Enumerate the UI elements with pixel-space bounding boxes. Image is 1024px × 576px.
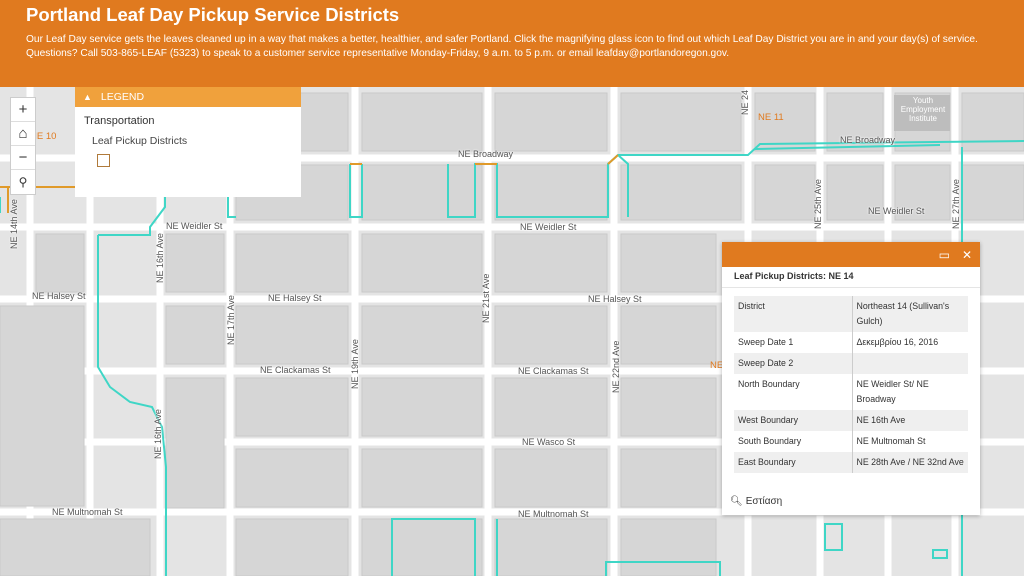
street-label-14th: NE 14th Ave: [9, 199, 19, 249]
street-label-25th: NE 25th Ave: [813, 179, 823, 229]
street-label-weidler: NE Weidler St: [166, 221, 223, 231]
street-label-16th: NE 16th Ave: [155, 233, 165, 283]
street-label-multnomah: NE Multnomah St: [52, 507, 123, 517]
legend-panel: ▲ LEGEND Transportation Leaf Pickup Dist…: [75, 87, 301, 197]
legend-swatch: [97, 154, 110, 167]
legend-layer-name: Transportation: [84, 115, 155, 127]
legend-body: Transportation Leaf Pickup Districts: [75, 107, 301, 175]
street-label-17th: NE 17th Ave: [226, 295, 236, 345]
zoom-controls: + ⌂ − ⚲: [10, 97, 36, 195]
street-label-halsey: NE Halsey St: [32, 291, 86, 301]
district-label-ne11: NE 11: [758, 112, 784, 123]
popup-zoom-link[interactable]: 🔍︎ Εστίαση: [730, 496, 782, 507]
attr-key: North Boundary: [734, 374, 853, 410]
attr-value: NE 16th Ave: [852, 410, 968, 431]
header-description: Our Leaf Day service gets the leaves cle…: [26, 34, 978, 59]
attr-value: NE Multnomah St: [856, 436, 926, 446]
attr-key: West Boundary: [734, 410, 853, 431]
attr-key: District: [734, 296, 853, 332]
attr-value: Δεκεμβρίου 16, 2016: [856, 337, 939, 347]
street-label-wasco: NE Wasco St: [522, 437, 576, 447]
street-label-weidler-mid: NE Weidler St: [520, 222, 577, 232]
street-label-22nd: NE 22nd Ave: [611, 340, 621, 393]
table-row: South Boundary NE Multnomah St: [734, 431, 968, 452]
legend-sublayer-name: Leaf Pickup Districts: [92, 135, 188, 147]
feature-popup: ▭ ✕ Leaf Pickup Districts: NE 14 Distric…: [722, 242, 980, 515]
zoom-magnifier-icon: 🔍︎: [730, 496, 743, 507]
street-label-16th-south: NE 16th Ave: [153, 409, 163, 459]
zoom-in-button[interactable]: +: [11, 98, 35, 122]
table-row: Sweep Date 2: [734, 353, 968, 374]
street-label-21st: NE 21st Ave: [481, 273, 491, 323]
home-icon[interactable]: ⌂: [11, 122, 35, 146]
attr-value: [852, 353, 968, 374]
street-label-weidler-east: NE Weidler St: [868, 206, 925, 216]
legend-header[interactable]: ▲ LEGEND: [75, 87, 301, 107]
street-label-clackamas-mid: NE Clackamas St: [518, 366, 589, 376]
table-row: East Boundary NE 28th Ave / NE 32nd Ave: [734, 452, 968, 473]
close-icon[interactable]: ✕: [962, 248, 972, 262]
table-row: District Northeast 14 (Sullivan's Gulch): [734, 296, 968, 332]
search-icon[interactable]: ⚲: [11, 170, 35, 194]
popup-attributes-table: District Northeast 14 (Sullivan's Gulch) …: [734, 296, 968, 473]
legend-title: LEGEND: [100, 91, 145, 103]
popup-header: ▭ ✕: [722, 242, 980, 267]
street-label-halsey-mid: NE Halsey St: [268, 293, 322, 303]
street-label-24th: NE 24: [740, 89, 750, 115]
street-label-multnomah-mid: NE Multnomah St: [518, 509, 589, 519]
place-label-youth-institute: Youth Employment Institute: [900, 96, 946, 123]
attr-key: East Boundary: [734, 452, 853, 473]
street-label-broadway: NE Broadway: [458, 149, 514, 159]
attr-value: NE 28th Ave / NE 32nd Ave: [852, 452, 968, 473]
attr-value: NE Weidler St/ NE Broadway: [856, 379, 929, 404]
page-title: Portland Leaf Day Pickup Service Distric…: [26, 4, 400, 25]
street-label-27th: NE 27th Ave: [951, 179, 961, 229]
street-label-broadway-east: NE Broadway: [840, 135, 896, 145]
app-header: Portland Leaf Day Pickup Service Distric…: [0, 0, 1024, 87]
table-row: North Boundary NE Weidler St/ NE Broadway: [734, 374, 968, 410]
attr-key: Sweep Date 2: [734, 353, 853, 374]
table-row: West Boundary NE 16th Ave: [734, 410, 968, 431]
attr-key: South Boundary: [734, 431, 853, 452]
street-label-halsey-east: NE Halsey St: [588, 294, 642, 304]
zoom-out-button[interactable]: −: [11, 146, 35, 170]
popup-title: Leaf Pickup Districts: NE 14: [722, 267, 980, 288]
street-label-19th: NE 19th Ave: [350, 339, 360, 389]
attr-value: Northeast 14 (Sullivan's Gulch): [852, 296, 968, 332]
maximize-icon[interactable]: ▭: [939, 248, 950, 262]
street-label-clackamas: NE Clackamas St: [260, 365, 331, 375]
popup-zoom-label: Εστίαση: [745, 496, 783, 507]
chevron-up-icon[interactable]: ▲: [83, 92, 92, 102]
attr-key: Sweep Date 1: [734, 332, 853, 353]
table-row: Sweep Date 1 Δεκεμβρίου 16, 2016: [734, 332, 968, 353]
